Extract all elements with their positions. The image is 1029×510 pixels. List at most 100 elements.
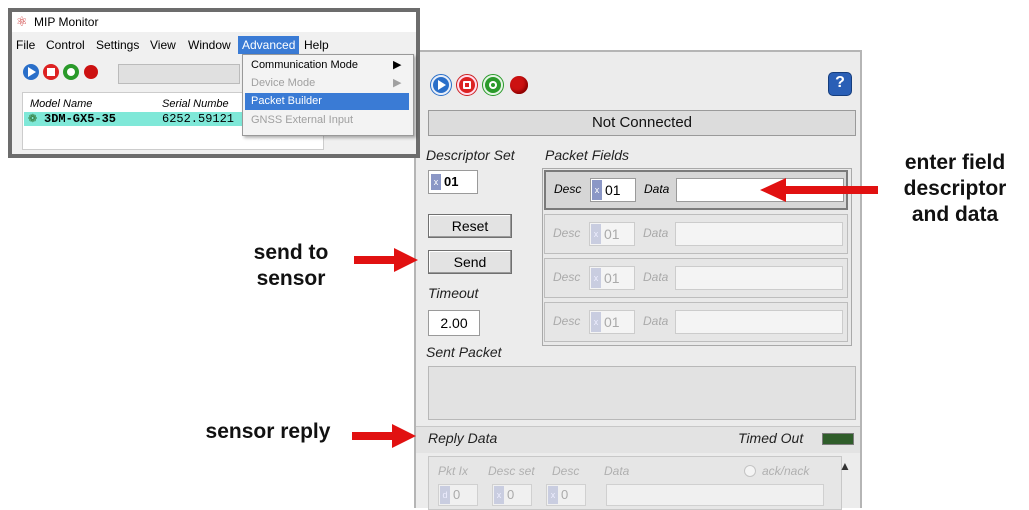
hex-prefix: x <box>431 174 441 190</box>
red-dot-button[interactable] <box>510 76 528 94</box>
window-title: MIP Monitor <box>34 15 99 29</box>
hex-prefix: x <box>548 486 558 504</box>
menu-settings[interactable]: Settings <box>96 38 139 52</box>
timed-out-indicator <box>822 433 854 445</box>
mip-toolbar-field <box>118 64 240 84</box>
reply-header-data: Data <box>604 464 630 478</box>
desc-label: Desc <box>553 226 581 240</box>
timeout-value: 2.00 <box>440 315 468 331</box>
desc-label: Desc <box>554 182 582 196</box>
data-label: Data <box>643 270 669 284</box>
send-button[interactable]: Send <box>428 250 512 274</box>
desc-value: 01 <box>604 226 620 242</box>
mip-toolbar <box>22 62 122 84</box>
sent-packet-label: Sent Packet <box>426 344 502 360</box>
reply-desc-field: x 0 <box>546 484 586 506</box>
ack-nack-label: ack/nack <box>762 464 810 478</box>
submenu-arrow-icon: ▶ <box>393 59 402 71</box>
hex-prefix: x <box>591 268 601 288</box>
data-label: Data <box>643 314 669 328</box>
dd-gnss-external-input: GNSS External Input <box>251 114 354 126</box>
desc-input-2[interactable]: x 01 <box>589 222 635 246</box>
arrow-left-icon <box>760 178 878 202</box>
connection-status: Not Connected <box>591 114 693 131</box>
stop-icon <box>459 77 475 93</box>
record-button[interactable] <box>482 74 504 96</box>
reply-data-field <box>606 484 824 506</box>
annotation-enter-field: enter field descriptor and data <box>903 151 1007 226</box>
menu-file[interactable]: File <box>16 38 35 52</box>
hex-prefix: x <box>591 312 601 332</box>
menu-window[interactable]: Window <box>188 38 231 52</box>
col-model-name: Model Name <box>30 98 93 110</box>
hex-prefix: x <box>591 224 601 244</box>
reply-pkt-field: d 0 <box>438 484 478 506</box>
device-icon: ❁ <box>28 113 38 125</box>
desc-input-3[interactable]: x 01 <box>589 266 635 290</box>
device-serial: 6252.59121 <box>162 112 235 126</box>
menu-help[interactable]: Help <box>304 38 329 52</box>
dd-communication-mode[interactable]: Communication Mode <box>251 59 358 71</box>
dd-packet-builder[interactable]: Packet Builder <box>251 95 322 107</box>
descriptor-set-label: Descriptor Set <box>426 147 515 163</box>
scroll-up-button[interactable]: ▲ <box>834 456 856 476</box>
data-input-2[interactable] <box>675 222 843 246</box>
timed-out-label: Timed Out <box>738 430 804 446</box>
toolbar-icons <box>23 64 98 80</box>
desc-label: Desc <box>553 270 581 284</box>
record-icon <box>485 77 501 93</box>
desc-value: 01 <box>604 314 620 330</box>
reply-desc-set-value: 0 <box>507 487 515 502</box>
data-input-3[interactable] <box>675 266 843 290</box>
help-button[interactable]: ? <box>828 72 852 96</box>
annotation-send-to-sensor: send to sensor <box>253 241 329 290</box>
reply-header-desc: Desc <box>552 464 580 478</box>
descriptor-set-input[interactable]: x 01 <box>428 170 478 194</box>
reply-pkt-value: 0 <box>453 487 461 502</box>
arrow-right-icon <box>354 248 418 272</box>
reply-desc-value: 0 <box>561 487 569 502</box>
advanced-dropdown: Communication Mode ▶ Device Mode ▶ Packe… <box>242 54 414 136</box>
dd-device-mode: Device Mode <box>251 77 316 89</box>
mip-monitor-window: ⚛ MIP Monitor File Control Settings View… <box>8 8 420 158</box>
timeout-input[interactable]: 2.00 <box>428 310 480 336</box>
reply-desc-set-field: x 0 <box>492 484 532 506</box>
packet-builder-panel: ? Not Connected Descriptor Set Packet Fi… <box>414 50 862 510</box>
dec-prefix: d <box>440 486 450 504</box>
play-button[interactable] <box>430 74 452 96</box>
play-icon <box>433 77 449 93</box>
desc-input-4[interactable]: x 01 <box>589 310 635 334</box>
packet-field-row-4: Desc x 01 Data <box>544 302 848 342</box>
data-label: Data <box>643 226 669 240</box>
connection-status-bar: Not Connected <box>428 110 856 136</box>
annotation-sensor-reply: sensor reply <box>205 420 331 443</box>
col-serial-number: Serial Numbe <box>162 98 229 110</box>
submenu-arrow-icon: ▶ <box>393 77 402 89</box>
hex-prefix: x <box>494 486 504 504</box>
data-label: Data <box>644 182 670 196</box>
ack-radio[interactable] <box>744 465 756 477</box>
desc-value: 01 <box>605 182 621 198</box>
reply-data-label: Reply Data <box>428 430 498 446</box>
packet-fields-label: Packet Fields <box>545 147 630 163</box>
packet-field-row-2: Desc x 01 Data <box>544 214 848 254</box>
sent-packet-display <box>428 366 856 420</box>
menu-view[interactable]: View <box>150 38 176 52</box>
data-input-4[interactable] <box>675 310 843 334</box>
stop-button[interactable] <box>456 74 478 96</box>
descriptor-set-value: 01 <box>444 174 459 189</box>
app-icon: ⚛ <box>16 14 28 29</box>
desc-value: 01 <box>604 270 620 286</box>
packet-field-row-3: Desc x 01 Data <box>544 258 848 298</box>
hex-prefix: x <box>592 180 602 200</box>
reply-header-desc-set: Desc set <box>488 464 535 478</box>
timeout-label: Timeout <box>428 285 479 301</box>
desc-input-1[interactable]: x 01 <box>590 178 636 202</box>
menu-advanced[interactable]: Advanced <box>238 36 300 54</box>
device-model: 3DM-GX5-35 <box>44 112 117 126</box>
title-bar: ⚛ MIP Monitor <box>12 12 416 32</box>
reset-button[interactable]: Reset <box>428 214 512 238</box>
desc-label: Desc <box>553 314 581 328</box>
menu-control[interactable]: Control <box>46 38 85 52</box>
arrow-right-icon <box>352 424 416 448</box>
